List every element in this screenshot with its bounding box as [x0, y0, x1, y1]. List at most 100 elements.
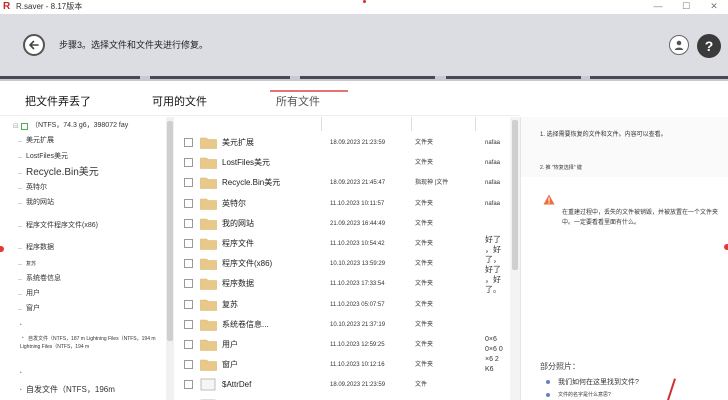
close-button[interactable]: ✕	[704, 0, 724, 12]
row-checkbox[interactable]	[184, 158, 193, 168]
row-checkbox[interactable]	[184, 340, 193, 349]
tree-item[interactable]: – Recycle.Bin美元	[18, 166, 99, 180]
tree-item[interactable]: – LostFiles美元	[18, 150, 68, 164]
row-checkbox[interactable]	[184, 218, 193, 228]
folder-icon	[200, 339, 217, 351]
tree-item[interactable]: – 复苏	[18, 257, 36, 271]
row-checkbox[interactable]	[184, 299, 193, 309]
instruction-step-1: 1. 选择需要恢复的文件和文件。内容可以查看。	[540, 132, 667, 138]
tree-item[interactable]: – 用户	[18, 287, 40, 301]
row-checkbox[interactable]	[184, 178, 193, 188]
back-button[interactable]	[23, 34, 45, 56]
tree-checkbox[interactable]	[21, 122, 28, 130]
file-scroll-thumb[interactable]	[512, 120, 518, 270]
column-separator[interactable]	[411, 117, 412, 131]
faq-link[interactable]: 文件的名字是什么意思?	[546, 391, 611, 398]
tab-all-files[interactable]: 所有文件	[276, 93, 320, 109]
file-row[interactable]: 英特尔 11.10.2023 10:11:57 文件夹 nafaa	[178, 194, 510, 214]
app-logo-icon: R	[3, 1, 11, 12]
maximize-button[interactable]: ☐	[676, 0, 696, 12]
row-checkbox[interactable]	[184, 198, 193, 208]
file-extra-text: 好了 ，好 了， 好了 ，好 了。	[485, 235, 501, 294]
strip-segment	[0, 76, 140, 79]
arrow-left-icon	[29, 40, 39, 50]
file-row[interactable]: 我的网站 21.09.2023 16:44:49 文件夹	[178, 214, 510, 234]
strip-segment	[150, 76, 290, 79]
strip-segment	[590, 76, 728, 79]
file-row[interactable]: Recycle.Bin美元 18.09.2023 21:45:47 指现神 |文件 n…	[178, 173, 510, 193]
folder-icon	[200, 218, 217, 230]
file-row[interactable]: 池特姆18...文件	[178, 396, 510, 400]
row-checkbox[interactable]	[184, 380, 193, 390]
folder-tree: ⊟ （NTFS，74.3 g6，398072 fay – 美元扩展 – LostFil…	[0, 117, 166, 400]
file-date: 18.09.2023 21:45:47	[330, 180, 386, 187]
tree-item[interactable]: ◔	[18, 318, 26, 332]
folder-icon	[200, 279, 217, 291]
file-row[interactable]: LostFiles美元 文件夹 nafaa	[178, 153, 510, 173]
expand-icon[interactable]: ⊟	[13, 120, 21, 134]
strip-segment	[446, 76, 581, 79]
tree-scroll-thumb[interactable]	[167, 121, 173, 341]
tree-item[interactable]: – 程序数据	[18, 241, 54, 255]
file-name: 用户	[222, 340, 238, 349]
row-checkbox[interactable]	[184, 360, 193, 370]
bullet-icon	[546, 380, 550, 385]
file-date: 11.10.2023 12:59:25	[330, 342, 385, 348]
file-name: 窗户	[222, 360, 238, 370]
file-extra: nafaa	[485, 200, 501, 207]
tree-scrollbar[interactable]	[166, 117, 174, 400]
instructions-box: 1. 选择需要恢复的文件和文件。内容可以查看。 2. 推 "恢复选择" 键	[521, 117, 728, 177]
tree-item[interactable]: – 美元扩展	[18, 134, 54, 148]
file-date: 21.09.2023 16:44:49	[330, 220, 386, 227]
tree-item[interactable]: ◔ 自发文件（NTFS，187 m Lightning Files（NTFS，19…	[20, 335, 166, 350]
row-checkbox[interactable]	[184, 279, 193, 289]
step-instruction: 步骤3。选择文件和文件夹进行修复。	[59, 40, 209, 50]
file-type: 文件	[415, 382, 428, 389]
tree-item[interactable]: ◔ 自发文件（NTFS，196m	[18, 383, 115, 397]
tree-item[interactable]: – 我的网站	[18, 196, 54, 210]
window-title: R.saver - 8.17版本	[16, 2, 83, 11]
file-row[interactable]: $AttrDef 18.09.2023 21:23:59 文件	[178, 375, 510, 395]
row-checkbox[interactable]	[184, 319, 193, 329]
tab-available-files[interactable]: 可用的文件	[152, 93, 207, 109]
account-button[interactable]	[669, 35, 689, 55]
tree-item[interactable]: – 程序文件程序文件(x86)	[18, 219, 98, 233]
row-checkbox[interactable]	[184, 259, 193, 269]
file-name: 程序文件	[222, 239, 254, 248]
file-name: $AttrDef	[222, 380, 252, 390]
tree-item[interactable]: – 英特尔	[18, 181, 47, 195]
file-row[interactable]: 美元扩展 18.09.2023 21:23:59 文件夹 nafaa	[178, 133, 510, 153]
file-name: 程序数据	[222, 279, 254, 289]
tree-item[interactable]: – 系统卷信息	[18, 272, 61, 286]
file-row[interactable]: 系统卷信息... 10.10.2023 21:37:19 文件夹	[178, 315, 510, 335]
minimize-button[interactable]: —	[648, 0, 668, 12]
tab-lost-files[interactable]: 把文件弄丢了	[25, 93, 91, 109]
file-name: 系统卷信息...	[222, 319, 269, 329]
bullet-icon	[546, 392, 550, 397]
file-row[interactable]: 程序文件 11.10.2023 10:54:42 文件夹	[178, 234, 510, 254]
help-button[interactable]: ?	[697, 34, 721, 58]
tree-item[interactable]: ⊟ （NTFS，74.3 g6，398072 fay	[13, 119, 128, 133]
row-checkbox[interactable]	[184, 239, 193, 248]
column-separator[interactable]	[475, 117, 476, 131]
file-row[interactable]: 用户 11.10.2023 12:59:25 文件夹	[178, 335, 510, 355]
row-checkbox[interactable]	[184, 138, 193, 147]
file-row[interactable]: 复苏 11.10.2023 05:07:57 文件夹	[178, 295, 510, 315]
file-type: 指现神 |文件	[415, 180, 449, 187]
tree-item[interactable]: – 窗户	[18, 302, 40, 316]
file-row[interactable]: 程序文件(x86) 10.10.2023 13:59:29 文件夹	[178, 254, 510, 274]
faq-link[interactable]: 我们如何在这里找到文件?	[546, 377, 639, 387]
column-separator[interactable]	[321, 117, 322, 131]
file-list-scrollbar[interactable]	[510, 117, 520, 400]
folder-icon	[200, 238, 217, 250]
folder-icon	[200, 299, 217, 311]
folder-icon	[200, 178, 217, 190]
file-row[interactable]: 窗户 11.10.2023 10:12:16 文件夹	[178, 355, 510, 375]
file-type: 文件夹	[415, 342, 434, 348]
file-row[interactable]: 程序数据 11.10.2023 17:33:54 文件夹	[178, 274, 510, 294]
tree-item[interactable]: ◔	[18, 367, 26, 381]
file-list: 美元扩展 18.09.2023 21:23:59 文件夹 nafaa LostFiles…	[178, 117, 510, 400]
folder-icon	[200, 137, 217, 149]
file-type: 文件夹	[415, 362, 434, 369]
file-icon	[200, 378, 216, 391]
